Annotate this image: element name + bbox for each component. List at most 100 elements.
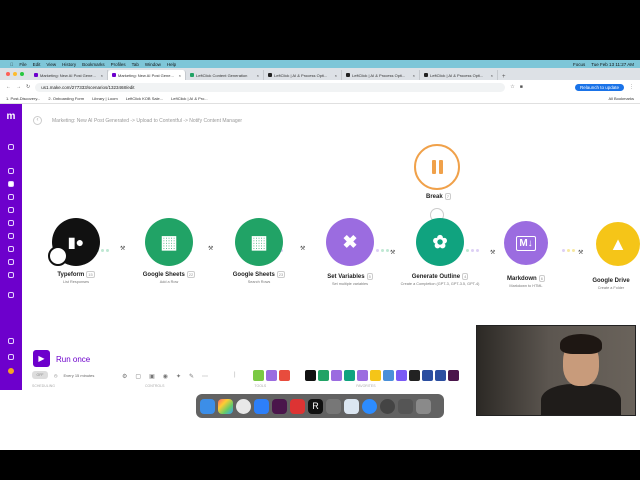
bookmark-item[interactable]: 1. Post-Discovery... [6, 96, 40, 101]
filter-wrench-icon[interactable]: ⚒ [208, 245, 213, 252]
reload-icon[interactable]: ↻ [26, 84, 30, 90]
preview-icon[interactable] [344, 398, 359, 414]
keys-icon[interactable] [8, 233, 14, 239]
url-field[interactable]: us1.make.com/277333/scenarios/1323468/ed… [35, 82, 506, 92]
back-icon[interactable]: ← [6, 84, 11, 90]
menu-profiles[interactable]: Profiles [111, 62, 126, 67]
minimize-window-icon[interactable] [13, 72, 17, 76]
contentful-module-icon[interactable] [422, 370, 433, 381]
close-icon[interactable]: × [179, 73, 181, 78]
menu-edit[interactable]: Edit [33, 62, 41, 67]
team-icon[interactable] [8, 168, 14, 174]
filter-wrench-icon[interactable]: ⚒ [390, 249, 395, 256]
browser-tab[interactable]: LeftClick | AI & Process Opti... × [342, 70, 420, 80]
markdown-module-icon[interactable] [357, 370, 368, 381]
focus-status[interactable]: Focus [573, 62, 585, 67]
generate-outline-module[interactable]: ✿ [416, 218, 464, 266]
forward-icon[interactable]: → [16, 84, 21, 90]
more-icon[interactable] [8, 292, 14, 298]
slack-module-icon[interactable] [448, 370, 459, 381]
browser-tab[interactable]: LeftClick | AI & Process Opti... × [420, 70, 498, 80]
variables-module-icon[interactable] [331, 370, 342, 381]
notifications-icon[interactable] [8, 338, 14, 344]
google-sheets-module[interactable]: ▦ [145, 218, 193, 266]
zoom-icon[interactable] [362, 398, 377, 414]
drive-module-icon[interactable] [370, 370, 381, 381]
magic-icon[interactable]: ✦ [176, 373, 181, 380]
clock-trigger-icon[interactable] [48, 246, 68, 266]
google-sheets-module[interactable]: ▦ [235, 218, 283, 266]
tools-module-icon[interactable] [253, 370, 264, 381]
schedule-toggle[interactable]: OFF [32, 371, 48, 379]
bookmark-item[interactable]: 2. Onboarding Form [48, 96, 84, 101]
close-icon[interactable]: × [491, 73, 493, 78]
data-stores-icon[interactable] [8, 259, 14, 265]
apple-icon[interactable]:  [10, 62, 13, 67]
schedule-text[interactable]: Every 15 minutes [64, 373, 95, 378]
scenarios-icon[interactable] [8, 181, 14, 187]
menu-history[interactable]: History [62, 62, 76, 67]
r-app-icon[interactable]: R [308, 398, 323, 414]
webhooks-icon[interactable] [8, 220, 14, 226]
finder-icon[interactable] [200, 398, 215, 414]
more-dots-icon[interactable]: ⋯ [202, 373, 208, 380]
photos-icon[interactable] [218, 398, 233, 414]
slack-icon[interactable] [272, 398, 287, 414]
data-structures-icon[interactable] [8, 272, 14, 278]
bookmark-item[interactable]: LeftClick KOB Sale... [126, 96, 163, 101]
close-icon[interactable]: × [413, 73, 415, 78]
filter-wrench-icon[interactable]: ⚒ [300, 245, 305, 252]
notes-icon[interactable]: ▢ [135, 373, 141, 380]
json-module-icon[interactable] [409, 370, 420, 381]
menu-file[interactable]: File [19, 62, 26, 67]
browser-tab[interactable]: LeftClick Content Generation × [186, 70, 264, 80]
markdown-module[interactable]: M↓ [504, 221, 548, 265]
back-button[interactable]: ‹ [33, 116, 42, 125]
relaunch-button[interactable]: Relaunch to update [574, 83, 624, 91]
close-icon[interactable]: × [257, 73, 259, 78]
extension-icon[interactable]: ■ [520, 84, 523, 90]
make-logo-icon[interactable]: m [5, 112, 17, 122]
set-variables-module[interactable]: ✖ [326, 218, 374, 266]
close-window-icon[interactable] [6, 72, 10, 76]
run-once-label[interactable]: Run once [56, 355, 90, 364]
flow-module-icon[interactable] [266, 370, 277, 381]
bookmark-item[interactable]: LeftClick | AI & Pro... [171, 96, 208, 101]
menu-dots-icon[interactable]: ⋮ [629, 84, 634, 90]
docs-module-icon[interactable] [383, 370, 394, 381]
browser-tab-active[interactable]: Marketing: New AI Post Gene... × [108, 70, 186, 80]
home-icon[interactable] [8, 144, 14, 150]
help-icon[interactable] [8, 354, 14, 360]
trash-icon[interactable] [416, 398, 431, 414]
scenario-canvas[interactable]: ⚒ ⚒ ⚒ ⚒ ⚒ ⚒ Break 7 ▮● Typeform 15 List Re… [22, 126, 640, 346]
close-icon[interactable]: × [101, 73, 103, 78]
avatar[interactable] [8, 368, 14, 374]
settings-icon[interactable]: ⚙ [122, 373, 127, 380]
google-drive-module[interactable]: ▲ [596, 222, 640, 266]
run-once-button[interactable]: ▶ [33, 350, 50, 367]
templates-icon[interactable] [8, 194, 14, 200]
all-bookmarks[interactable]: All Bookmarks [608, 96, 640, 101]
zoom-window-icon[interactable] [20, 72, 24, 76]
connections-icon[interactable] [8, 207, 14, 213]
filter-wrench-icon[interactable]: ⚒ [120, 245, 125, 252]
screen-recorder-icon[interactable] [380, 398, 395, 414]
explain-flow-icon[interactable]: ◉ [163, 373, 168, 380]
clock[interactable]: Tue Feb 13 11:27 AM [591, 62, 634, 67]
auto-align-icon[interactable]: ▣ [149, 373, 155, 380]
openai-module-icon[interactable] [344, 370, 355, 381]
menu-tab[interactable]: Tab [132, 62, 139, 67]
close-icon[interactable]: × [335, 73, 337, 78]
typeform-module-icon[interactable] [305, 370, 316, 381]
flow-control-icon[interactable]: ✎ [189, 373, 194, 380]
readdle-icon[interactable] [290, 398, 305, 414]
menu-window[interactable]: Window [145, 62, 161, 67]
filter-wrench-icon[interactable]: ⚒ [490, 249, 495, 256]
bookmark-item[interactable]: Library | Loom [92, 96, 118, 101]
menu-view[interactable]: View [46, 62, 56, 67]
chrome-icon[interactable] [236, 398, 251, 414]
menu-help[interactable]: Help [167, 62, 176, 67]
browser-tab[interactable]: Marketing: New AI Post Gene... × [30, 70, 108, 80]
html-module-icon[interactable] [396, 370, 407, 381]
filter-wrench-icon[interactable]: ⚒ [578, 249, 583, 256]
